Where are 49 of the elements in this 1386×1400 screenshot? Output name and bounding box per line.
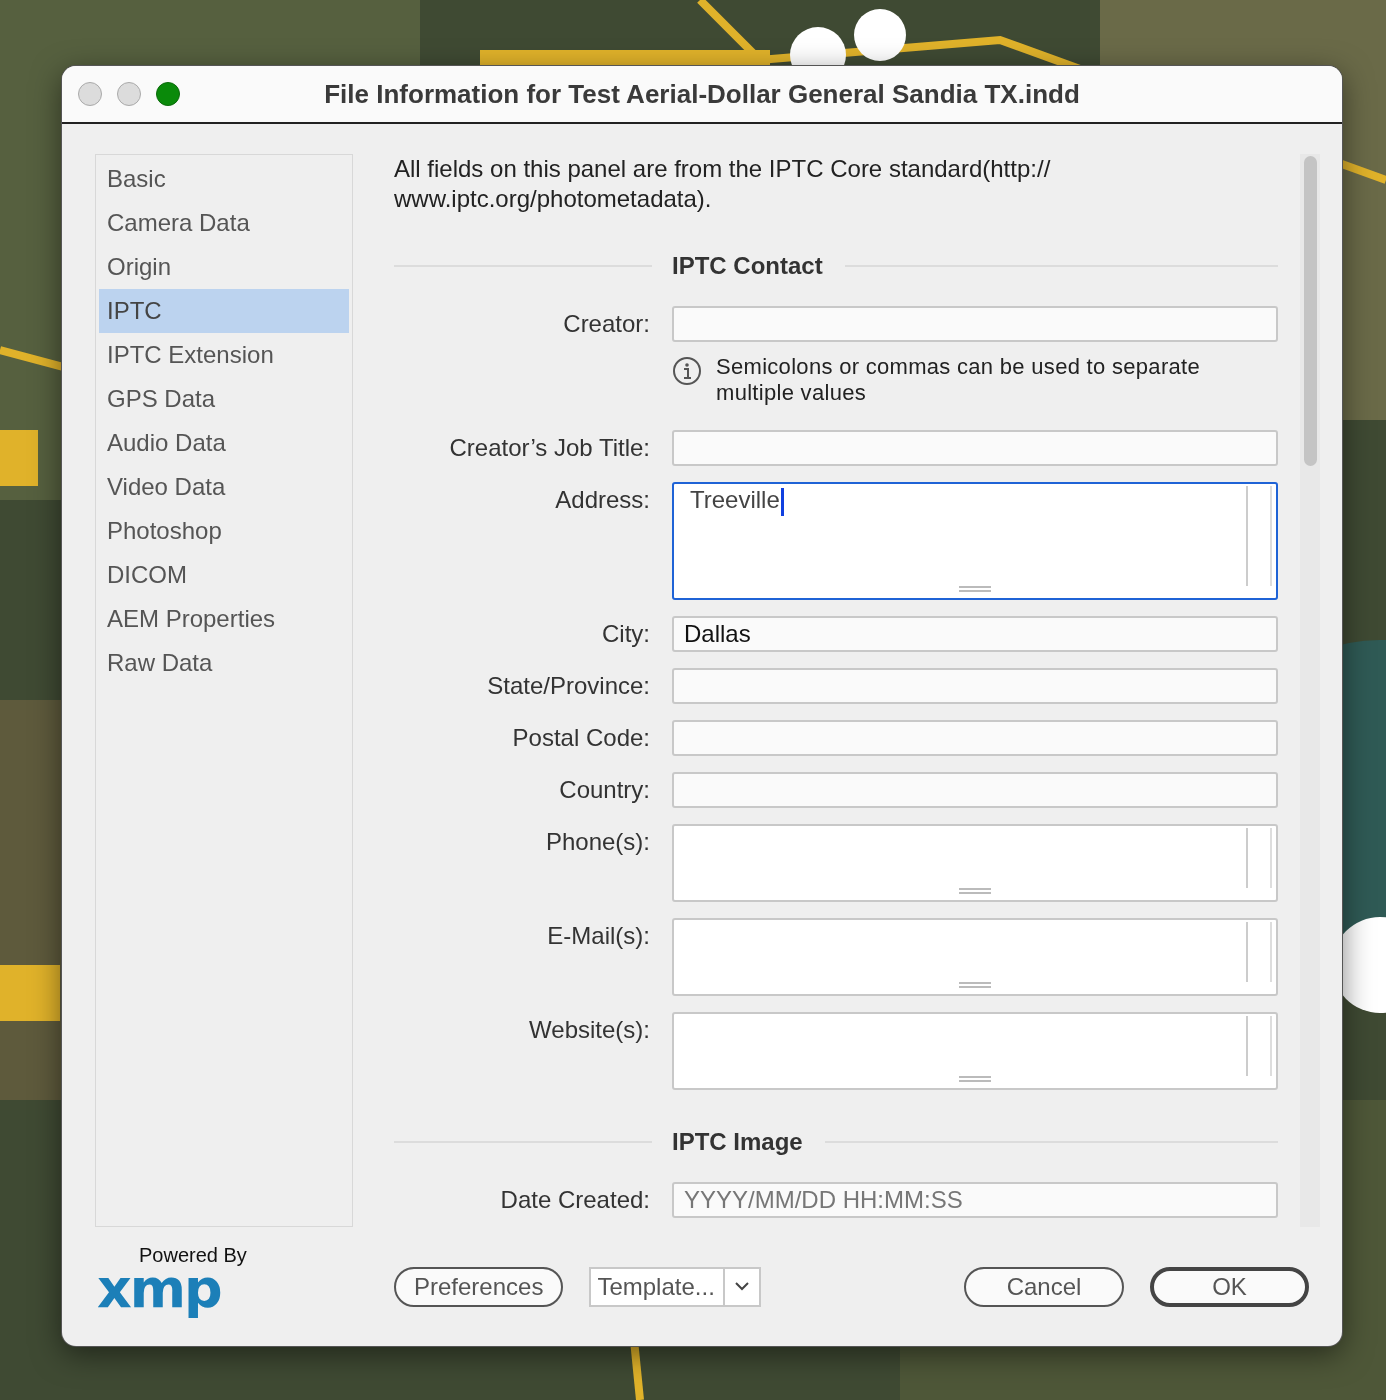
- sidebar-item[interactable]: IPTC Extension: [99, 333, 349, 377]
- input-field[interactable]: [672, 772, 1278, 808]
- field-label: State/Province:: [486, 671, 650, 701]
- info-icon: [672, 356, 702, 386]
- field-label: Creator’s Job Title:: [448, 433, 650, 463]
- input-field[interactable]: Dallas: [672, 616, 1278, 652]
- field-label: Date Created:: [499, 1185, 650, 1215]
- sidebar-item[interactable]: Origin: [99, 245, 349, 289]
- section-heading: IPTC Image: [672, 1128, 803, 1156]
- push-button[interactable]: Preferences: [394, 1266, 564, 1307]
- sidebar-item[interactable]: Audio Data: [99, 421, 349, 465]
- field-label: Postal Code:: [511, 723, 650, 753]
- input-field[interactable]: [672, 668, 1278, 704]
- sidebar-item[interactable]: Basic: [99, 157, 349, 201]
- template-dropdown[interactable]: Template...: [589, 1266, 761, 1307]
- sidebar-item[interactable]: Raw Data: [99, 641, 349, 685]
- text-area[interactable]: Treeville: [672, 482, 1278, 600]
- sidebar-item[interactable]: Video Data: [99, 465, 349, 509]
- window-title: File Information for Test Aerial-Dollar General Sandia TX.indd: [324, 78, 1080, 109]
- field-label: Country:: [558, 775, 650, 805]
- sidebar-item[interactable]: GPS Data: [99, 377, 349, 421]
- input-field[interactable]: [672, 306, 1278, 342]
- zoom-button[interactable]: [156, 82, 180, 106]
- field-label: Phone(s):: [544, 827, 650, 857]
- field-label: Website(s):: [528, 1015, 650, 1045]
- close-button[interactable]: [78, 82, 102, 106]
- input-field[interactable]: [672, 720, 1278, 756]
- text-area[interactable]: [672, 918, 1278, 996]
- ok-button[interactable]: OK: [1150, 1266, 1309, 1307]
- input-field[interactable]: [672, 430, 1278, 466]
- hint-text: Semicolons or commas can be used to separate multiple values: [716, 354, 1201, 406]
- chevron-down-icon: [734, 1282, 749, 1291]
- sidebar-item[interactable]: Camera Data: [99, 201, 349, 245]
- panel-description: All fields on this panel are from the IPTC Core standard(http:// www.iptc.org/photometadata).: [394, 154, 1052, 214]
- text-area[interactable]: [672, 1012, 1278, 1090]
- sidebar-item[interactable]: IPTC: [99, 289, 349, 333]
- push-button[interactable]: Cancel: [964, 1266, 1124, 1307]
- field-label: E-Mail(s):: [546, 921, 650, 951]
- scrollbar[interactable]: [1300, 154, 1320, 1227]
- sidebar-item[interactable]: Photoshop: [99, 509, 349, 553]
- sidebar-item[interactable]: DICOM: [99, 553, 349, 597]
- field-label: Address:: [554, 485, 650, 515]
- input-field[interactable]: YYYY/MM/DD HH:MM:SS: [672, 1182, 1278, 1218]
- sidebar-item[interactable]: AEM Properties: [99, 597, 349, 641]
- section-heading: IPTC Contact: [672, 252, 823, 280]
- minimize-button[interactable]: [117, 82, 141, 106]
- field-label: Creator:: [562, 309, 650, 339]
- text-area[interactable]: [672, 824, 1278, 902]
- field-label: City:: [601, 619, 650, 649]
